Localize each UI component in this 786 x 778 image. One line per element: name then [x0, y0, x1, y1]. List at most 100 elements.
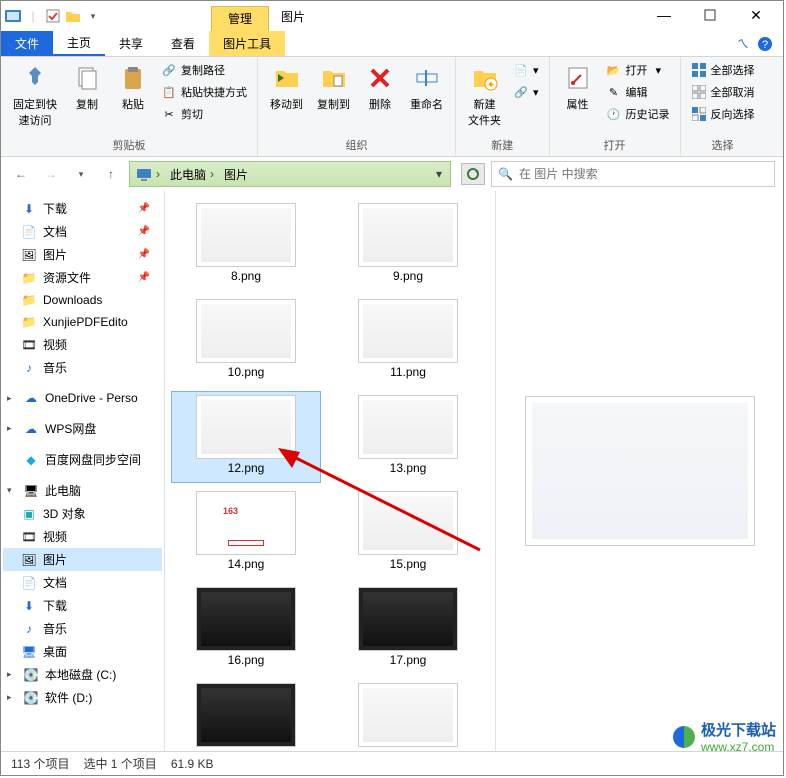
- file-item[interactable]: 8.png: [171, 199, 321, 291]
- delete-button[interactable]: 删除: [358, 60, 402, 114]
- file-item[interactable]: 12.png: [171, 391, 321, 483]
- file-item[interactable]: 16.png: [171, 583, 321, 675]
- tree-xunjie[interactable]: 📁XunjiePDFEdito: [3, 311, 162, 333]
- tab-share[interactable]: 共享: [105, 31, 157, 56]
- select-all-button[interactable]: 全部选择: [687, 60, 759, 80]
- pc-icon: 🖥: [23, 483, 39, 499]
- tree-pictures[interactable]: 🖼图片: [3, 548, 162, 571]
- tree-videos[interactable]: 🎞视频: [3, 525, 162, 548]
- breadcrumb-root[interactable]: 此电脑›: [166, 166, 218, 183]
- expand-icon[interactable]: ▸: [7, 393, 17, 404]
- folder-icon[interactable]: [65, 8, 81, 24]
- rename-button[interactable]: 重命名: [404, 60, 449, 114]
- tree-resources[interactable]: 📁资源文件📌: [3, 266, 162, 289]
- icon-grid[interactable]: 8.png9.png10.png11.png12.png13.png16314.…: [165, 191, 495, 751]
- back-button[interactable]: ←: [9, 162, 33, 186]
- pin-to-quick-access-button[interactable]: 固定到快 速访问: [7, 60, 63, 130]
- tree-music-qa[interactable]: ♪音乐: [3, 356, 162, 379]
- paste-shortcut-button[interactable]: 📋粘贴快捷方式: [157, 82, 251, 102]
- paste-button[interactable]: 粘贴: [111, 60, 155, 114]
- group-organize: 移动到 复制到 删除 重命名 组织: [258, 57, 456, 156]
- tree-3d-objects[interactable]: ▣3D 对象: [3, 502, 162, 525]
- tree-wps[interactable]: ▸☁WPS网盘: [3, 417, 162, 440]
- file-item[interactable]: 10.png: [171, 295, 321, 387]
- file-item[interactable]: 16314.png: [171, 487, 321, 579]
- breadcrumb-folder[interactable]: 图片: [220, 166, 252, 183]
- expand-icon[interactable]: ▸: [7, 669, 17, 680]
- invert-selection-icon: [691, 106, 707, 122]
- qa-dropdown-icon[interactable]: ▾: [85, 8, 101, 24]
- move-to-button[interactable]: 移动到: [264, 60, 309, 114]
- navigation-tree[interactable]: ⬇下载📌 📄文档📌 🖼图片📌 📁资源文件📌 📁Downloads 📁Xunjie…: [1, 191, 165, 751]
- search-input[interactable]: [519, 167, 768, 181]
- folder-icon: 📁: [21, 270, 37, 286]
- tree-downloads[interactable]: ⬇下载: [3, 594, 162, 617]
- address-bar[interactable]: › 此电脑› 图片 ▾: [129, 161, 451, 187]
- breadcrumb-pc-icon[interactable]: ›: [132, 167, 164, 181]
- file-item[interactable]: 11.png: [333, 295, 483, 387]
- history-button[interactable]: 🕐历史记录: [602, 104, 674, 124]
- copy-to-button[interactable]: 复制到: [311, 60, 356, 114]
- edit-button[interactable]: ✎编辑: [602, 82, 674, 102]
- tree-onedrive[interactable]: ▸☁OneDrive - Perso: [3, 387, 162, 409]
- tree-baidu[interactable]: ◆百度网盘同步空间: [3, 448, 162, 471]
- new-item-button[interactable]: 📄▾: [509, 60, 543, 80]
- tree-downloads-folder[interactable]: 📁Downloads: [3, 289, 162, 311]
- preview-pane: [495, 191, 783, 751]
- contextual-tab-manage[interactable]: 管理: [211, 6, 269, 31]
- tree-downloads-qa[interactable]: ⬇下载📌: [3, 197, 162, 220]
- tree-videos-qa[interactable]: 🎞视频: [3, 333, 162, 356]
- expand-icon[interactable]: ▸: [7, 692, 17, 703]
- cut-button[interactable]: ✂剪切: [157, 104, 251, 124]
- maximize-button[interactable]: [687, 1, 733, 29]
- new-item-icon: 📄: [513, 62, 529, 78]
- select-none-button[interactable]: 全部取消: [687, 82, 759, 102]
- file-item[interactable]: 9.png: [333, 199, 483, 291]
- tree-documents-qa[interactable]: 📄文档📌: [3, 220, 162, 243]
- file-label: 16.png: [228, 653, 265, 667]
- tab-view[interactable]: 查看: [157, 31, 209, 56]
- copy-button[interactable]: 复制: [65, 60, 109, 114]
- minimize-button[interactable]: —: [641, 1, 687, 29]
- forward-button[interactable]: →: [39, 162, 63, 186]
- address-dropdown-icon[interactable]: ▾: [430, 167, 448, 181]
- open-button[interactable]: 📂打开▾: [602, 60, 674, 80]
- tree-desktop[interactable]: 🖥桌面: [3, 640, 162, 663]
- recent-dropdown[interactable]: ▾: [69, 162, 93, 186]
- file-item[interactable]: 17.png: [333, 583, 483, 675]
- tree-drive-c[interactable]: ▸💽本地磁盘 (C:): [3, 663, 162, 686]
- tree-pictures-qa[interactable]: 🖼图片📌: [3, 243, 162, 266]
- search-box[interactable]: 🔍: [491, 161, 775, 187]
- tree-music[interactable]: ♪音乐: [3, 617, 162, 640]
- invert-selection-button[interactable]: 反向选择: [687, 104, 759, 124]
- tab-picture-tools[interactable]: 图片工具: [209, 31, 285, 56]
- properties-button[interactable]: 属性: [556, 60, 600, 114]
- expand-icon[interactable]: ▸: [7, 423, 17, 434]
- video-icon: 🎞: [21, 529, 37, 545]
- ribbon-collapse-icon[interactable]: ㄟ: [737, 35, 749, 52]
- new-folder-button[interactable]: ✦ 新建 文件夹: [462, 60, 507, 130]
- copy-path-button[interactable]: 🔗复制路径: [157, 60, 251, 80]
- ribbon-tabs: 文件 主页 共享 查看 图片工具 ㄟ ?: [1, 31, 783, 57]
- file-item[interactable]: 15.png: [333, 487, 483, 579]
- close-button[interactable]: ✕: [733, 1, 779, 29]
- file-thumbnail: [358, 587, 458, 651]
- file-item[interactable]: 43.png: [333, 679, 483, 751]
- collapse-icon[interactable]: ▾: [7, 485, 17, 496]
- tree-documents[interactable]: 📄文档: [3, 571, 162, 594]
- preview-thumbnail: [525, 396, 755, 546]
- tab-file[interactable]: 文件: [1, 31, 53, 56]
- tree-drive-d[interactable]: ▸💽软件 (D:): [3, 686, 162, 709]
- tab-home[interactable]: 主页: [53, 31, 105, 56]
- tree-this-pc[interactable]: ▾🖥此电脑: [3, 479, 162, 502]
- file-item[interactable]: 13.png: [333, 391, 483, 483]
- svg-text:?: ?: [762, 39, 768, 51]
- content-area: ⬇下载📌 📄文档📌 🖼图片📌 📁资源文件📌 📁Downloads 📁Xunjie…: [1, 191, 783, 751]
- easy-access-button[interactable]: 🔗▾: [509, 82, 543, 102]
- checkbox-icon[interactable]: [45, 8, 61, 24]
- help-icon[interactable]: ?: [757, 36, 773, 52]
- file-item[interactable]: 18.png: [171, 679, 321, 751]
- refresh-button[interactable]: [461, 163, 485, 185]
- up-button[interactable]: ↑: [99, 162, 123, 186]
- copy-icon: [71, 62, 103, 94]
